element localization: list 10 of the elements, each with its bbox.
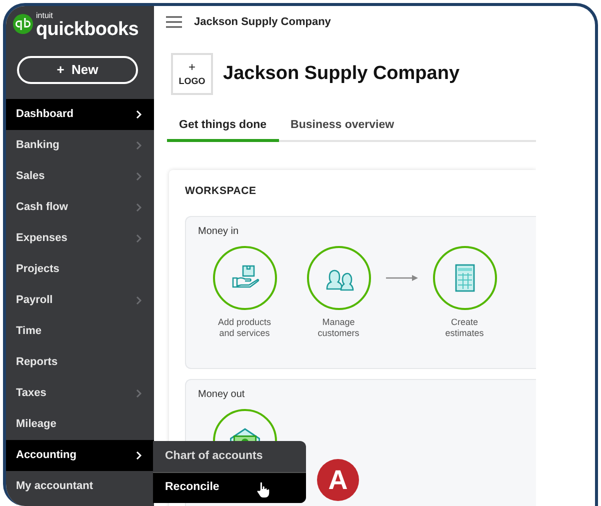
task-label: Create estimates [444,317,485,339]
company-name: Jackson Supply Company [194,14,331,30]
brand-tagline: intuit [36,12,54,20]
brand-name: quickbooks [36,20,139,39]
panel-title: Money out [198,388,246,402]
task-label: Manage customers [316,317,360,339]
section-heading: WORKSPACE [185,184,258,200]
company-title: Jackson Supply Company [223,62,460,86]
task-label: Add products and services [216,317,272,339]
panel-title: Money in [198,225,240,239]
